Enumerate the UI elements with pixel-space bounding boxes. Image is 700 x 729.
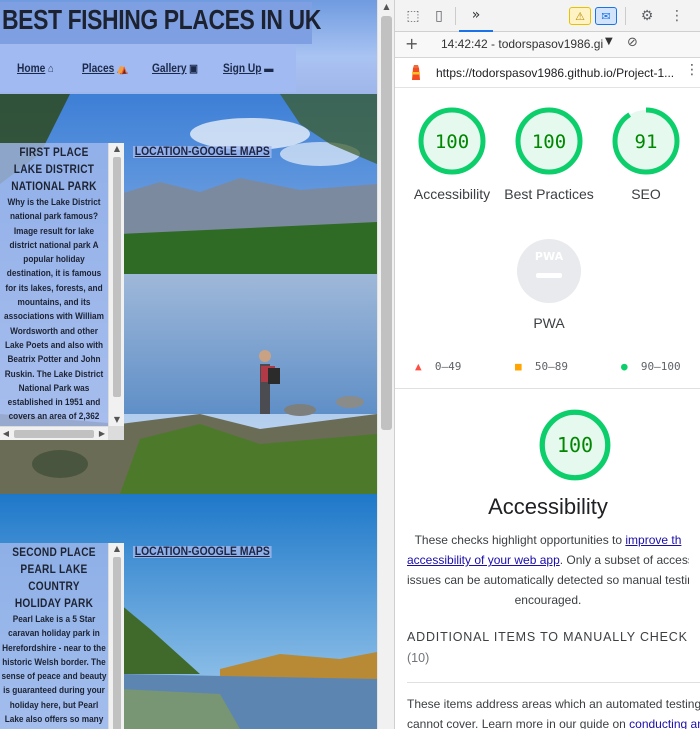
legend-average: ■ 50–89: [515, 360, 568, 373]
scroll-left-icon[interactable]: ◀: [0, 427, 12, 440]
more-tabs-button[interactable]: »: [459, 0, 493, 32]
legend-fail-range: 0–49: [434, 360, 462, 373]
kebab-menu-icon[interactable]: ⋮: [667, 6, 687, 26]
legend-average-range: 50–89: [534, 360, 568, 373]
message-badge[interactable]: ✉: [595, 7, 617, 25]
category-title: Accessibility: [488, 494, 608, 519]
nav-signup-link[interactable]: Sign Up ▬: [223, 61, 273, 75]
scroll-up-icon[interactable]: ▲: [109, 543, 124, 555]
website-viewport: BEST FISHING PLACES IN UK Home ⌂ Places ⛺ …: [0, 0, 377, 729]
place-heading: FIRST PLACE LAKE DISTRICT NATIONAL PARK: [11, 147, 97, 193]
scroll-right-icon[interactable]: ▶: [96, 427, 108, 440]
desc-text: encouraged.: [514, 593, 582, 607]
signup-icon: ▬: [264, 63, 274, 75]
fail-triangle-icon: ▲: [415, 360, 422, 373]
report-selector[interactable]: 14:42:42 - todorspasov1986.gi: [441, 37, 603, 51]
scroll-corner: [108, 426, 124, 440]
inspect-element-icon[interactable]: ⬚: [403, 6, 423, 26]
seo-gauge-label: SEO: [631, 186, 661, 202]
gauge-score-text: 100: [532, 131, 566, 153]
manual-check-group-title[interactable]: ADDITIONAL ITEMS TO MANUALLY CHECK: [407, 630, 688, 644]
place-description: Pearl Lake is a 5 Star caravan holiday p…: [1, 614, 107, 729]
pwa-badge-text: PWA: [535, 250, 564, 263]
pwa-badge-gauge[interactable]: PWA: [514, 236, 584, 306]
scroll-thumb[interactable]: [14, 430, 94, 438]
desc-text: . Only a subset of access: [559, 553, 689, 567]
nav-signup-label: Sign Up: [223, 61, 262, 75]
clear-block-icon[interactable]: ⊘: [627, 35, 638, 50]
gauge-score-text: 100: [557, 433, 593, 457]
gauge-score-text: 91: [635, 131, 658, 153]
manual-check-count: (10): [407, 651, 430, 665]
improve-accessibility-link[interactable]: improve th: [625, 533, 681, 547]
pass-circle-icon: ●: [621, 360, 628, 373]
desc-text: cannot cover. Learn more in our guide on: [407, 717, 630, 729]
warning-badge[interactable]: ⚠: [569, 7, 591, 25]
nav-places-link[interactable]: Places ⛺: [82, 61, 129, 75]
place-card-content: SECOND PLACE PEARL LAKE COUNTRY HOLIDAY …: [0, 543, 108, 729]
accessibility-gauge-label: Accessibility: [413, 186, 491, 202]
places-icon: ⛺: [116, 63, 129, 75]
section-divider: [395, 388, 700, 389]
card-vertical-scrollbar[interactable]: ▲ ▼: [108, 143, 124, 426]
url-more-icon[interactable]: ⋮: [685, 62, 699, 78]
legend-pass-range: 90–100: [640, 360, 681, 373]
scroll-up-icon[interactable]: ▲: [109, 143, 124, 155]
place-card-content: FIRST PLACE LAKE DISTRICT NATIONAL PARK …: [0, 143, 108, 440]
accessibility-gauge[interactable]: 100: [417, 106, 487, 176]
settings-gear-icon[interactable]: ⚙: [637, 6, 657, 26]
accessibility-category-gauge: 100: [538, 408, 612, 482]
group-divider: [407, 682, 700, 683]
place-card-1[interactable]: FIRST PLACE LAKE DISTRICT NATIONAL PARK …: [0, 143, 124, 440]
toolbar-divider: [455, 7, 456, 25]
lighthouse-report-bar: + 14:42:42 - todorspasov1986.gi ▼ ⊘: [395, 32, 700, 58]
nav-places-label: Places: [82, 61, 115, 75]
device-toolbar-icon[interactable]: ▯: [429, 6, 449, 26]
place-description: Why is the Lake District national park f…: [3, 197, 104, 437]
google-maps-link-2[interactable]: LOCATION-GOOGLE MAPS: [133, 546, 272, 558]
pwa-gauge-label: PWA: [533, 315, 565, 331]
best-practices-gauge[interactable]: 100: [514, 106, 584, 176]
manual-check-description: These items address areas which an autom…: [407, 694, 700, 729]
desc-text: These items address areas which an autom…: [407, 697, 700, 711]
card-vertical-scrollbar[interactable]: ▲: [108, 543, 124, 729]
devtools-panel: ⬚ ▯ » ⚠ ✉ ⚙ ⋮ + 14:42:42 - todorspasov19…: [394, 0, 700, 729]
nav-home-label: Home: [17, 61, 46, 75]
scroll-thumb[interactable]: [113, 557, 121, 729]
desc-text: These checks highlight opportunities to: [414, 533, 626, 547]
google-maps-link-1[interactable]: LOCATION-GOOGLE MAPS: [133, 146, 272, 158]
card-horizontal-scrollbar[interactable]: ◀ ▶: [0, 426, 108, 440]
site-header: BEST FISHING PLACES IN UK Home ⌂ Places ⛺ …: [0, 0, 377, 94]
legend-fail: ▲ 0–49: [415, 360, 461, 373]
scroll-down-icon[interactable]: ▼: [109, 414, 124, 426]
devtools-toolbar: ⬚ ▯ » ⚠ ✉ ⚙ ⋮: [395, 0, 700, 32]
improve-accessibility-link-cont[interactable]: accessibility of your web app: [407, 553, 560, 567]
place-card-2[interactable]: SECOND PLACE PEARL LAKE COUNTRY HOLIDAY …: [0, 543, 124, 729]
home-icon: ⌂: [47, 63, 54, 75]
seo-gauge[interactable]: 91: [611, 106, 681, 176]
site-title: BEST FISHING PLACES IN UK: [2, 4, 321, 35]
page-scrollbar[interactable]: ▲: [377, 0, 394, 729]
nav-gallery-label: Gallery: [152, 61, 187, 75]
page-scroll-thumb[interactable]: [381, 16, 392, 430]
legend-pass: ● 90–100: [621, 360, 681, 373]
new-report-plus-icon[interactable]: +: [405, 34, 418, 53]
place-heading: SECOND PLACE PEARL LAKE COUNTRY HOLIDAY …: [12, 547, 96, 610]
conducting-review-link[interactable]: conducting an: [629, 717, 700, 729]
average-square-icon: ■: [515, 360, 522, 373]
category-description: These checks highlight opportunities to …: [407, 530, 689, 610]
scroll-thumb[interactable]: [113, 157, 121, 397]
gauge-score-text: 100: [435, 131, 469, 153]
dropdown-caret-icon[interactable]: ▼: [605, 36, 613, 47]
audited-url-bar: https://todorspasov1986.github.io/Projec…: [395, 58, 700, 88]
lighthouse-logo-icon: [412, 65, 420, 80]
audited-url: https://todorspasov1986.github.io/Projec…: [436, 66, 675, 80]
scroll-up-icon[interactable]: ▲: [378, 0, 395, 14]
gallery-icon: ▣: [189, 63, 198, 75]
toolbar-divider: [625, 7, 626, 25]
nav-gallery-link[interactable]: Gallery ▣: [152, 61, 198, 75]
desc-text: issues can be automatically detected so …: [407, 573, 689, 587]
best-practices-gauge-label: Best Practices: [504, 186, 594, 202]
nav-home-link[interactable]: Home ⌂: [17, 61, 54, 75]
